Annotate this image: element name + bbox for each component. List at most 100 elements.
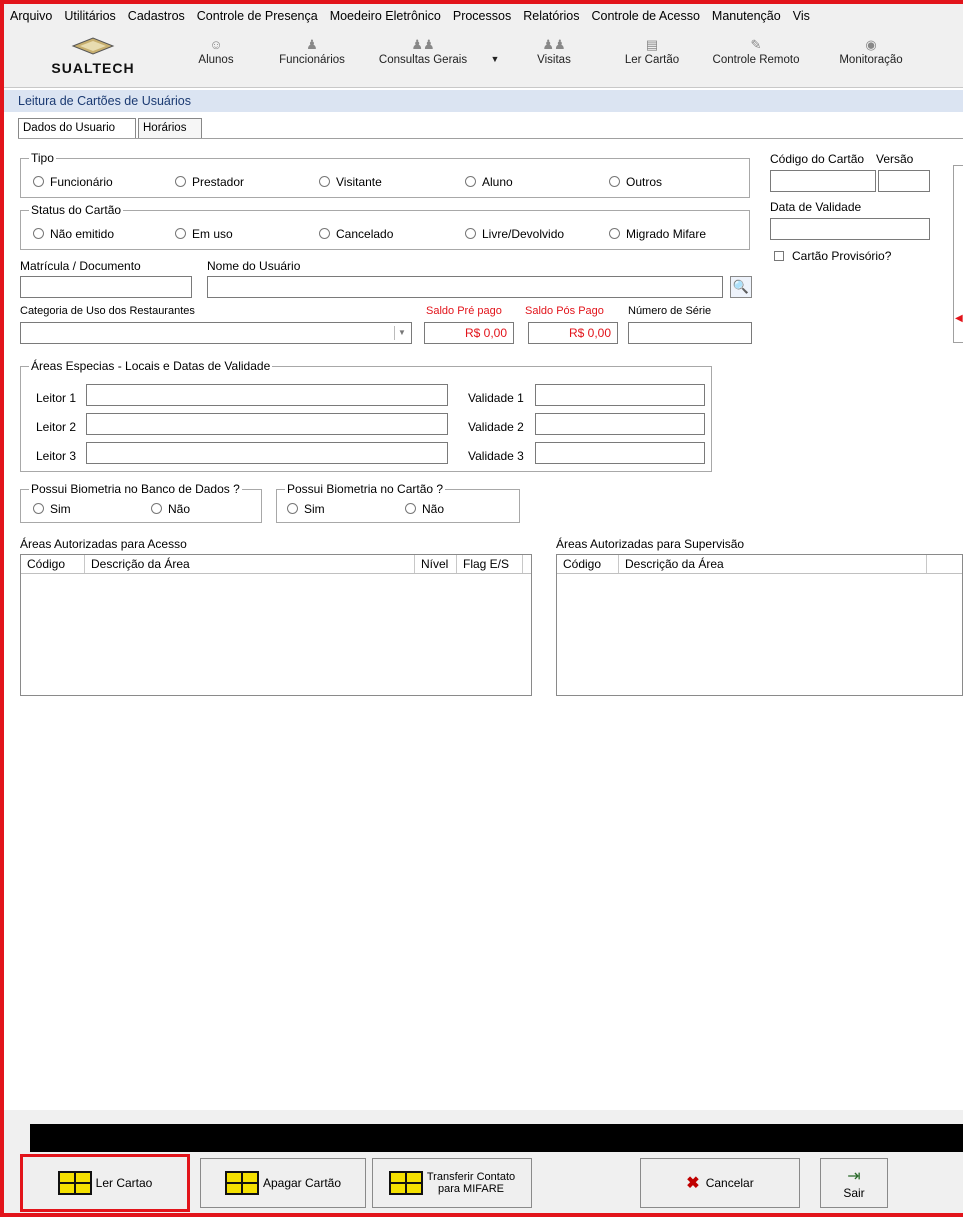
menu-controle-acesso[interactable]: Controle de Acesso bbox=[586, 4, 706, 30]
menu-arquivo[interactable]: Arquivo bbox=[4, 4, 58, 30]
radio-visitante[interactable]: Visitante bbox=[319, 175, 382, 189]
menu-controle-presenca[interactable]: Controle de Presença bbox=[191, 4, 324, 30]
radio-migrado-mifare[interactable]: Migrado Mifare bbox=[609, 227, 706, 241]
ler-cartao-button[interactable]: Ler Cartao bbox=[20, 1154, 190, 1212]
radio-circle-icon bbox=[609, 176, 620, 187]
toolbar-controle-remoto-button[interactable]: ✎ Controle Remoto bbox=[704, 36, 808, 66]
radio-prestador[interactable]: Prestador bbox=[175, 175, 244, 189]
side-panel-arrow-icon[interactable]: ◀ bbox=[955, 313, 963, 324]
acesso-col-flag[interactable]: Flag E/S bbox=[457, 555, 523, 573]
radio-circle-icon bbox=[287, 503, 298, 514]
menu-cadastros[interactable]: Cadastros bbox=[122, 4, 191, 30]
radio-bio-banco-nao[interactable]: Não bbox=[151, 502, 190, 516]
toolbar-monitoracao-button[interactable]: ◉ Monitoração bbox=[834, 36, 908, 66]
matricula-label: Matrícula / Documento bbox=[20, 259, 141, 273]
cancelar-button[interactable]: ✖ Cancelar bbox=[640, 1158, 800, 1208]
validade-3-field[interactable] bbox=[535, 442, 705, 464]
radio-bio-cartao-nao[interactable]: Não bbox=[405, 502, 444, 516]
radio-aluno[interactable]: Aluno bbox=[465, 175, 513, 189]
radio-prestador-label: Prestador bbox=[192, 175, 245, 189]
leitor-3-label: Leitor 3 bbox=[36, 449, 77, 463]
radio-circle-icon bbox=[175, 228, 186, 239]
chevron-down-icon[interactable]: ▼ bbox=[394, 326, 409, 340]
search-user-button[interactable]: 🔍 bbox=[730, 276, 752, 298]
codigo-cartao-label: Código do Cartão bbox=[770, 152, 865, 166]
menu-relatorios[interactable]: Relatórios bbox=[517, 4, 585, 30]
acesso-col-codigo[interactable]: Código bbox=[21, 555, 85, 573]
menu-utilitarios[interactable]: Utilitários bbox=[58, 4, 121, 30]
exit-door-icon: ⇥ bbox=[847, 1168, 861, 1185]
categoria-select[interactable]: ▼ bbox=[20, 322, 412, 344]
transferir-mifare-label: Transferir Contato para MIFARE bbox=[426, 1171, 516, 1195]
menu-vis[interactable]: Vis bbox=[787, 4, 816, 30]
apagar-cartao-button[interactable]: Apagar Cartão bbox=[200, 1158, 366, 1208]
tab-horarios[interactable]: Horários bbox=[138, 118, 202, 138]
radio-livre-devolvido[interactable]: Livre/Devolvido bbox=[465, 227, 564, 241]
radio-em-uso-label: Em uso bbox=[192, 227, 233, 241]
nome-usuario-field[interactable] bbox=[207, 276, 723, 298]
radio-cancelado[interactable]: Cancelado bbox=[319, 227, 393, 241]
versao-label: Versão bbox=[876, 152, 914, 166]
toolbar-consultas-dropdown[interactable]: ▼ bbox=[488, 54, 502, 64]
leitor-1-label: Leitor 1 bbox=[36, 391, 77, 405]
radio-em-uso[interactable]: Em uso bbox=[175, 227, 233, 241]
cartao-provisorio-label: Cartão Provisório? bbox=[792, 249, 892, 263]
radio-bio-cartao-sim[interactable]: Sim bbox=[287, 502, 325, 516]
leitor-1-field[interactable] bbox=[86, 384, 448, 406]
supervisao-listbox[interactable]: Código Descrição da Área bbox=[556, 554, 963, 696]
numero-serie-field[interactable] bbox=[628, 322, 752, 344]
areas-especiais-label: Áreas Especias - Locais e Datas de Valid… bbox=[29, 359, 273, 373]
form-title: Leitura de Cartões de Usuários bbox=[4, 90, 963, 112]
toolbar-controle-remoto-label: Controle Remoto bbox=[712, 54, 800, 66]
acesso-col-descricao[interactable]: Descrição da Área bbox=[85, 555, 415, 573]
radio-migrado-mifare-label: Migrado Mifare bbox=[626, 227, 707, 241]
toolbar-alunos-button[interactable]: ☺ Alunos bbox=[194, 36, 238, 66]
toolbar-consultas-label: Consultas Gerais bbox=[378, 54, 468, 66]
transferir-mifare-button[interactable]: Transferir Contato para MIFARE bbox=[372, 1158, 532, 1208]
sair-label: Sair bbox=[843, 1186, 865, 1200]
toolbar-funcionarios-button[interactable]: ♟ Funcionários bbox=[276, 36, 348, 66]
tipo-label: Tipo bbox=[29, 151, 56, 165]
menu-bar: Arquivo Utilitários Cadastros Controle de P… bbox=[4, 4, 963, 30]
tab-dados-usuario[interactable]: Dados do Usuario bbox=[18, 118, 136, 138]
radio-circle-icon bbox=[175, 176, 186, 187]
supervisao-col-codigo[interactable]: Código bbox=[557, 555, 619, 573]
leitor-2-field[interactable] bbox=[86, 413, 448, 435]
radio-circle-icon bbox=[319, 176, 330, 187]
toolbar-visitas-button[interactable]: ♟♟ Visitas bbox=[534, 36, 574, 66]
status-bar bbox=[30, 1124, 963, 1152]
radio-bio-banco-sim[interactable]: Sim bbox=[33, 502, 71, 516]
monitor-icon: ◉ bbox=[865, 37, 877, 52]
people-icon: ♟♟ bbox=[411, 37, 435, 52]
menu-manutencao[interactable]: Manutenção bbox=[706, 4, 787, 30]
card-icon bbox=[57, 1171, 92, 1195]
sair-button[interactable]: ⇥ Sair bbox=[820, 1158, 888, 1208]
close-icon: ✖ bbox=[686, 1175, 700, 1192]
radio-outros[interactable]: Outros bbox=[609, 175, 662, 189]
cartao-provisorio-checkbox[interactable] bbox=[774, 251, 784, 261]
data-validade-field[interactable] bbox=[770, 218, 930, 240]
validade-2-field[interactable] bbox=[535, 413, 705, 435]
versao-field[interactable] bbox=[878, 170, 930, 192]
toolbar-ler-cartao-button[interactable]: ▤ Ler Cartão bbox=[622, 36, 682, 66]
validade-1-field[interactable] bbox=[535, 384, 705, 406]
toolbar: SUALTECH ☺ Alunos ♟ Funcionários ♟♟ Cons… bbox=[4, 30, 963, 88]
radio-funcionario[interactable]: Funcionário bbox=[33, 175, 113, 189]
toolbar-funcionarios-label: Funcionários bbox=[279, 54, 345, 66]
acesso-label: Áreas Autorizadas para Acesso bbox=[20, 537, 187, 551]
acesso-listbox[interactable]: Código Descrição da Área Nível Flag E/S bbox=[20, 554, 532, 696]
supervisao-col-descricao[interactable]: Descrição da Área bbox=[619, 555, 927, 573]
acesso-header: Código Descrição da Área Nível Flag E/S bbox=[21, 555, 531, 574]
validade-2-label: Validade 2 bbox=[468, 420, 524, 434]
menu-moedeiro[interactable]: Moedeiro Eletrônico bbox=[324, 4, 447, 30]
menu-processos[interactable]: Processos bbox=[447, 4, 517, 30]
radio-circle-icon bbox=[151, 503, 162, 514]
biometria-cartao-label: Possui Biometria no Cartão ? bbox=[285, 482, 446, 496]
codigo-cartao-field[interactable] bbox=[770, 170, 876, 192]
radio-nao-emitido[interactable]: Não emitido bbox=[33, 227, 114, 241]
acesso-col-nivel[interactable]: Nível bbox=[415, 555, 457, 573]
radio-circle-icon bbox=[465, 228, 476, 239]
toolbar-consultas-button[interactable]: ♟♟ Consultas Gerais bbox=[368, 36, 478, 66]
leitor-3-field[interactable] bbox=[86, 442, 448, 464]
matricula-field[interactable] bbox=[20, 276, 192, 298]
